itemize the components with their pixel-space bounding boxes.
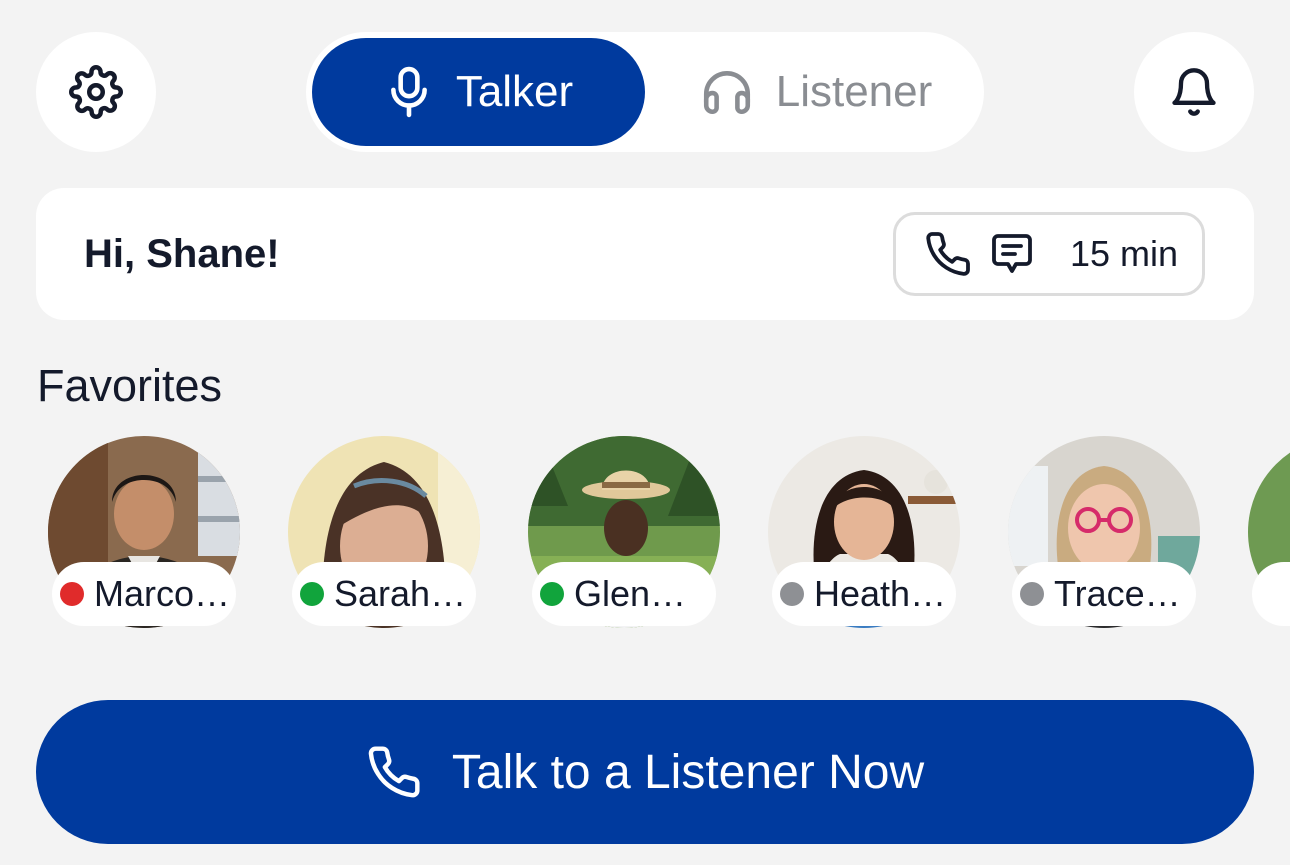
microphone-icon [390,66,427,118]
favorite-name-pill: Marco… [52,562,236,626]
balance-minutes: 15 min [1070,233,1179,274]
talk-to-listener-button[interactable]: Talk to a Listener Now [36,700,1254,844]
gear-icon [69,65,123,119]
favorite-card[interactable]: Glen… [528,436,720,628]
favorite-card[interactable]: Trace… [1008,436,1200,628]
status-dot-offline [780,582,804,606]
favorite-name: Sarah… [334,573,467,614]
tab-talker[interactable]: Talker [312,38,645,146]
chat-icon [992,234,1032,273]
favorite-name: Glen… [574,573,687,614]
headphones-icon [703,71,750,115]
greeting-text: Hi, Shane! [84,232,280,276]
status-dot-busy [60,582,84,606]
settings-button[interactable] [36,32,156,152]
favorite-name-pill: Glen… [532,562,716,626]
favorite-card[interactable]: Heath… [768,436,960,628]
favorite-name-pill: Sarah… [292,562,476,626]
favorite-card[interactable]: Sarah… [288,436,480,628]
status-dot-online [300,582,324,606]
phone-icon [926,232,970,276]
favorite-name: Heath… [814,573,947,614]
tab-listener[interactable]: Listener [666,38,966,146]
greeting-card: Hi, Shane! 15 min [36,188,1254,320]
balance-pill[interactable]: 15 min [893,212,1205,296]
talk-to-listener-label: Talk to a Listener Now [451,745,925,799]
favorite-name-pill: Trace… [1012,562,1196,626]
favorite-name: Marco… [94,573,231,614]
mode-toggle: Talker Listener [306,32,984,152]
tab-listener-label: Listener [775,67,933,116]
favorite-card[interactable]: Marco… [48,436,240,628]
favorite-card[interactable] [1248,436,1290,628]
status-dot-online [540,582,564,606]
favorites-strip[interactable]: Marco… Sarah… Glen… Heath… Trace… [0,436,1290,636]
favorite-name: Trace… [1054,573,1181,614]
status-dot-offline [1020,582,1044,606]
bell-icon [1172,68,1216,116]
tab-talker-label: Talker [455,67,574,116]
phone-icon [368,746,420,798]
notifications-button[interactable] [1134,32,1254,152]
favorite-name-pill: Heath… [772,562,956,626]
favorites-title: Favorites [37,360,223,411]
